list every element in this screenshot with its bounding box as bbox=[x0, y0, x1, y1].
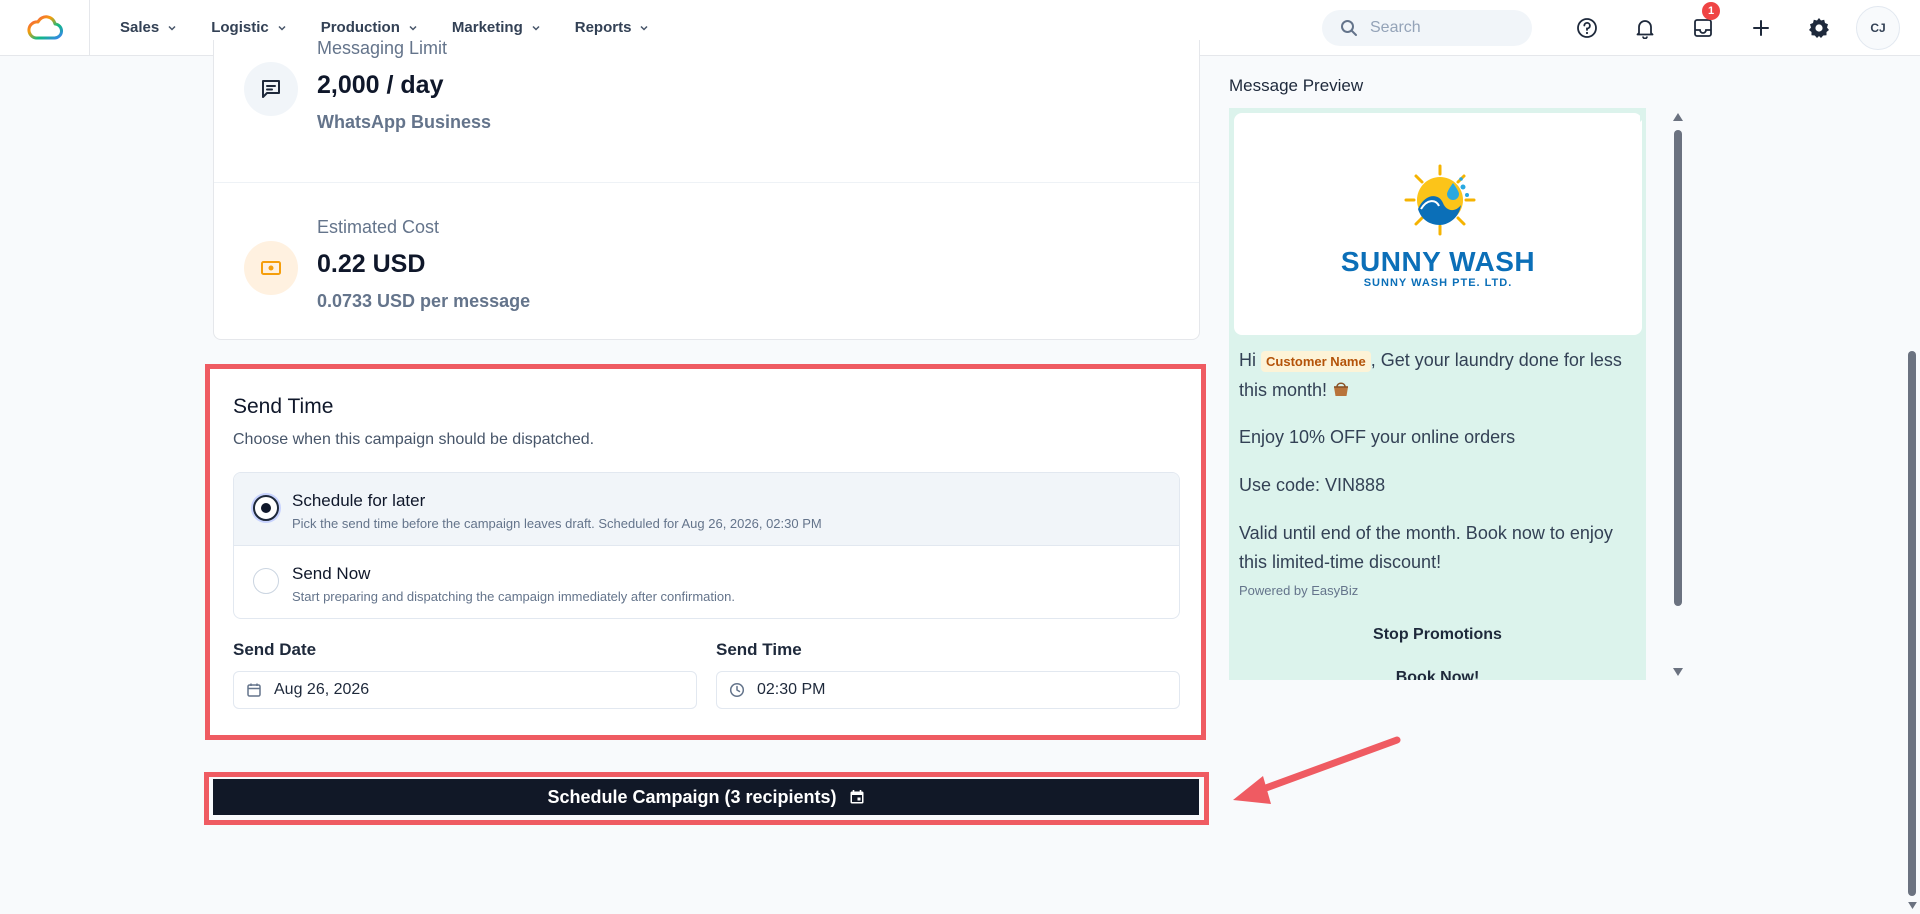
cloud-logo-icon bbox=[26, 14, 63, 39]
brand-name: SUNNY WASH bbox=[1340, 246, 1536, 277]
annotation-arrow bbox=[1233, 736, 1401, 804]
main-nav: Sales Logistic Production Marketing Repo… bbox=[120, 19, 683, 36]
settings-button[interactable] bbox=[1790, 0, 1848, 56]
nav-label: Sales bbox=[120, 19, 160, 36]
user-avatar[interactable]: CJ bbox=[1856, 6, 1900, 50]
nav-marketing[interactable]: Marketing bbox=[452, 19, 541, 36]
add-button[interactable] bbox=[1732, 0, 1790, 56]
nav-logistic[interactable]: Logistic bbox=[211, 19, 287, 36]
help-icon bbox=[1577, 18, 1597, 38]
app-logo[interactable] bbox=[0, 0, 90, 56]
notifications-button[interactable] bbox=[1616, 0, 1674, 56]
send-date-field[interactable]: Aug 26, 2026 bbox=[233, 671, 697, 709]
message-line-validity: Valid until end of the month. Book now t… bbox=[1239, 523, 1613, 572]
send-date-value: Aug 26, 2026 bbox=[274, 681, 370, 698]
message-line-code: Use code: VIN888 bbox=[1239, 475, 1386, 495]
stat-value: 2,000 / day bbox=[317, 71, 444, 99]
clock-icon bbox=[729, 682, 745, 698]
send-time-options: Schedule for later Pick the send time be… bbox=[233, 472, 1180, 619]
scroll-down-icon[interactable] bbox=[1908, 902, 1917, 909]
nav-reports[interactable]: Reports bbox=[575, 19, 650, 36]
stat-estimated-cost: Estimated Cost 0.22 USD 0.0733 USD per m… bbox=[244, 217, 530, 312]
preview-stop-promotions-button[interactable]: Stop Promotions bbox=[1229, 626, 1646, 644]
chevron-down-icon bbox=[640, 25, 648, 31]
option-send-now[interactable]: Send Now Start preparing and dispatching… bbox=[234, 546, 1179, 618]
section-title: Send Time bbox=[233, 395, 334, 418]
inbox-icon bbox=[1694, 19, 1712, 37]
nav-label: Logistic bbox=[211, 19, 269, 36]
nav-sales[interactable]: Sales bbox=[120, 19, 177, 36]
chevron-down-icon bbox=[168, 25, 176, 31]
powered-by: Powered by EasyBiz bbox=[1239, 583, 1359, 598]
message-bubble: SUNNY WASH SUNNY WASH PTE. LTD. Hi Custo… bbox=[1229, 108, 1646, 680]
nav-label: Reports bbox=[574, 19, 632, 36]
calendar-icon bbox=[850, 790, 864, 804]
calendar-icon bbox=[247, 683, 261, 697]
send-date-label: Send Date bbox=[233, 640, 317, 659]
schedule-campaign-button[interactable]: Schedule Campaign (3 recipients) bbox=[213, 779, 1199, 815]
message-line-offer: Enjoy 10% OFF your online orders bbox=[1239, 427, 1516, 447]
option-title: Send Now bbox=[292, 564, 371, 583]
sunny-wash-logo-icon bbox=[1404, 164, 1476, 236]
preview-scrollbar[interactable] bbox=[1671, 110, 1685, 682]
customer-name-chip: Customer Name bbox=[1261, 351, 1371, 372]
send-time-value: 02:30 PM bbox=[757, 681, 826, 698]
plus-icon bbox=[1753, 20, 1769, 36]
page-scrollbar[interactable] bbox=[1905, 56, 1920, 914]
money-icon bbox=[244, 241, 298, 295]
send-time-field[interactable]: 02:30 PM bbox=[716, 671, 1180, 709]
option-schedule-later[interactable]: Schedule for later Pick the send time be… bbox=[234, 473, 1179, 546]
option-description: Pick the send time before the campaign l… bbox=[292, 516, 822, 531]
stat-value: 0.22 USD bbox=[317, 250, 426, 278]
stat-label: Estimated Cost bbox=[317, 217, 440, 237]
notification-badge: 1 bbox=[1702, 2, 1720, 20]
search-icon bbox=[1341, 20, 1357, 36]
brand-subtitle: SUNNY WASH PTE. LTD. bbox=[1363, 277, 1513, 289]
search-placeholder: Search bbox=[1370, 19, 1421, 36]
stat-label: Messaging Limit bbox=[317, 38, 448, 58]
radio-unselected[interactable] bbox=[253, 568, 279, 594]
message-line-greeting: Hi Customer Name, Get your laundry done … bbox=[1239, 346, 1634, 405]
message-preview: SUNNY WASH SUNNY WASH PTE. LTD. Hi Custo… bbox=[1229, 108, 1646, 680]
nav-label: Marketing bbox=[451, 19, 523, 36]
divider bbox=[214, 182, 1199, 183]
scroll-up-icon[interactable] bbox=[1673, 113, 1683, 121]
radio-selected[interactable] bbox=[253, 495, 279, 521]
basket-icon bbox=[1334, 382, 1349, 396]
help-button[interactable] bbox=[1558, 0, 1616, 56]
greeting-prefix: Hi bbox=[1239, 350, 1256, 370]
scrollbar-thumb[interactable] bbox=[1674, 130, 1682, 606]
inbox-button[interactable]: 1 bbox=[1674, 0, 1732, 56]
scroll-down-icon[interactable] bbox=[1673, 668, 1683, 676]
chevron-down-icon bbox=[278, 25, 286, 31]
stat-sub: WhatsApp Business bbox=[317, 112, 492, 132]
send-time-section: Send Time Choose when this campaign shou… bbox=[233, 395, 1180, 449]
message-header-image: SUNNY WASH SUNNY WASH PTE. LTD. bbox=[1234, 113, 1642, 335]
scrollbar-thumb[interactable] bbox=[1908, 351, 1916, 896]
send-time-label: Send Time bbox=[716, 640, 802, 659]
bubble-tail bbox=[1640, 108, 1646, 122]
option-description: Start preparing and dispatching the camp… bbox=[292, 589, 735, 604]
preview-book-now-button[interactable]: Book Now! bbox=[1229, 669, 1646, 680]
chat-icon bbox=[244, 62, 298, 116]
option-title: Schedule for later bbox=[292, 491, 426, 510]
stat-messaging-limit: Messaging Limit 2,000 / day WhatsApp Bus… bbox=[244, 38, 491, 133]
chevron-down-icon bbox=[409, 25, 417, 31]
section-description: Choose when this campaign should be disp… bbox=[233, 431, 595, 448]
nav-label: Production bbox=[320, 19, 400, 36]
chevron-down-icon bbox=[532, 25, 540, 31]
campaign-stats-card: Messaging Limit 2,000 / day WhatsApp Bus… bbox=[213, 38, 1200, 340]
header-tools: Search 1 CJ bbox=[1322, 0, 1900, 56]
preview-title: Message Preview bbox=[1229, 76, 1364, 95]
search-input[interactable]: Search bbox=[1322, 10, 1532, 46]
schedule-button-label: Schedule Campaign (3 recipients) bbox=[547, 786, 837, 807]
bell-icon bbox=[1636, 20, 1654, 39]
nav-production[interactable]: Production bbox=[321, 19, 418, 36]
stat-sub: 0.0733 USD per message bbox=[317, 291, 531, 311]
gear-icon bbox=[1809, 18, 1829, 38]
